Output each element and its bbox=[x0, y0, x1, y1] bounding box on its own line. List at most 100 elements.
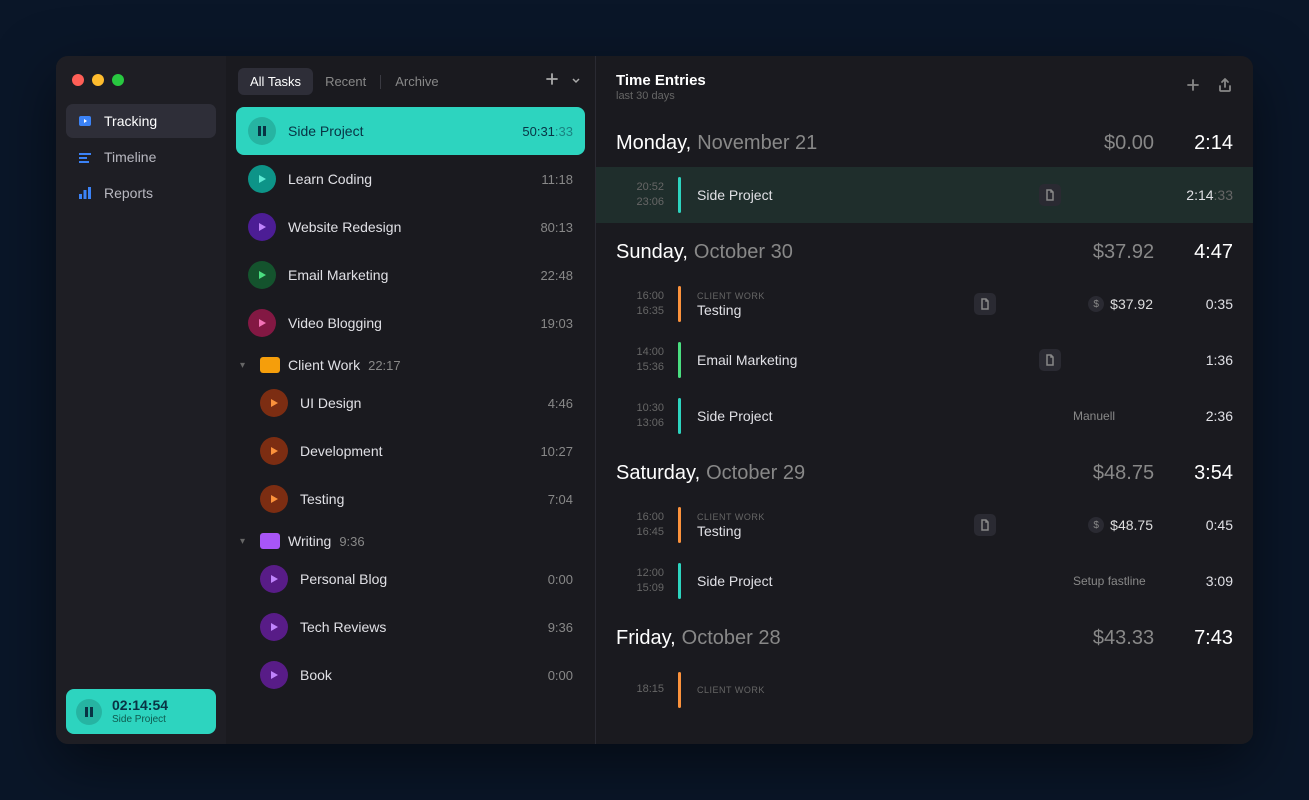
entry-tag: Manuell bbox=[1073, 409, 1153, 423]
entry-duration: 2:14:33 bbox=[1183, 187, 1233, 203]
plus-icon bbox=[545, 72, 559, 86]
play-button[interactable] bbox=[260, 485, 288, 513]
task-group[interactable]: ▾ Writing 9:36 bbox=[236, 523, 585, 555]
entry-name: Side Project bbox=[697, 408, 1061, 424]
time-entry[interactable]: 10:3013:06 Side Project Manuell 2:36 bbox=[596, 388, 1253, 444]
share-button[interactable] bbox=[1217, 77, 1233, 98]
entry-client: CLIENT WORK bbox=[697, 291, 966, 301]
share-icon bbox=[1217, 77, 1233, 93]
nav-tracking[interactable]: Tracking bbox=[66, 104, 216, 138]
time-entry[interactable]: 16:0016:45 CLIENT WORKTesting $$48.75 0:… bbox=[596, 497, 1253, 553]
pause-button[interactable] bbox=[248, 117, 276, 145]
note-icon[interactable] bbox=[974, 293, 996, 315]
day-name: Saturday, bbox=[616, 462, 700, 485]
task-item[interactable]: Learn Coding 11:18 bbox=[236, 155, 585, 203]
time-entry[interactable]: 14:0015:36 Email Marketing 1:36 bbox=[596, 332, 1253, 388]
play-button[interactable] bbox=[260, 389, 288, 417]
add-entry-button[interactable] bbox=[1185, 77, 1201, 98]
entry-color-bar bbox=[678, 563, 681, 599]
group-name: Client Work bbox=[288, 357, 360, 373]
tracking-icon bbox=[76, 112, 94, 130]
sidebar: Tracking Timeline Reports 02:14:54 Side Pr… bbox=[56, 56, 226, 744]
mini-timer[interactable]: 02:14:54 Side Project bbox=[66, 689, 216, 734]
play-button[interactable] bbox=[260, 565, 288, 593]
day-price: $37.92 bbox=[1093, 241, 1154, 264]
task-name: Email Marketing bbox=[288, 267, 528, 283]
entry-name: Side Project bbox=[697, 187, 1031, 203]
time-entry[interactable]: 12:0015:09 Side Project Setup fastline 3… bbox=[596, 553, 1253, 609]
play-button[interactable] bbox=[248, 165, 276, 193]
task-group[interactable]: ▾ Client Work 22:17 bbox=[236, 347, 585, 379]
task-item[interactable]: Side Project 50:31:33 bbox=[236, 107, 585, 155]
note-icon[interactable] bbox=[974, 514, 996, 536]
entry-color-bar bbox=[678, 398, 681, 434]
note-icon[interactable] bbox=[1039, 349, 1061, 371]
task-name: Testing bbox=[300, 491, 536, 507]
note-icon[interactable] bbox=[1039, 184, 1061, 206]
entry-color-bar bbox=[678, 342, 681, 378]
tasks-panel: All TasksRecentArchive Side Project 50:3… bbox=[226, 56, 596, 744]
nav-timeline[interactable]: Timeline bbox=[66, 140, 216, 174]
entry-duration: 0:35 bbox=[1183, 296, 1233, 312]
entry-duration: 2:36 bbox=[1183, 408, 1233, 424]
task-time: 10:27 bbox=[540, 444, 573, 459]
task-item[interactable]: Video Blogging 19:03 bbox=[236, 299, 585, 347]
entry-name: Testing bbox=[697, 523, 966, 539]
filter-tab-archive[interactable]: Archive bbox=[383, 68, 450, 95]
task-name: Side Project bbox=[288, 123, 510, 139]
day-date: November 21 bbox=[697, 132, 817, 155]
time-entry[interactable]: 16:0016:35 CLIENT WORKTesting $$37.92 0:… bbox=[596, 276, 1253, 332]
minimize-window[interactable] bbox=[92, 74, 104, 86]
nav-label: Timeline bbox=[104, 149, 156, 165]
task-item[interactable]: Email Marketing 22:48 bbox=[236, 251, 585, 299]
entry-price: $$37.92 bbox=[1088, 296, 1153, 312]
day-name: Sunday, bbox=[616, 241, 688, 264]
time-entry[interactable]: 20:5223:06 Side Project 2:14:33 bbox=[596, 167, 1253, 223]
task-name: Video Blogging bbox=[288, 315, 528, 331]
entry-color-bar bbox=[678, 507, 681, 543]
play-button[interactable] bbox=[248, 213, 276, 241]
time-entry[interactable]: 18:15 CLIENT WORK bbox=[596, 662, 1253, 718]
day-total: 4:47 bbox=[1194, 241, 1233, 264]
play-button[interactable] bbox=[248, 261, 276, 289]
folder-icon bbox=[260, 533, 280, 549]
play-button[interactable] bbox=[248, 309, 276, 337]
entries-subtitle: last 30 days bbox=[616, 90, 706, 102]
dropdown-button[interactable] bbox=[569, 73, 583, 90]
task-name: Learn Coding bbox=[288, 171, 529, 187]
disclosure-icon: ▾ bbox=[240, 360, 252, 371]
task-item[interactable]: Website Redesign 80:13 bbox=[236, 203, 585, 251]
task-name: Book bbox=[300, 667, 536, 683]
day-header: Friday, October 28 $43.33 7:43 bbox=[596, 609, 1253, 662]
task-item[interactable]: Tech Reviews 9:36 bbox=[236, 603, 585, 651]
play-button[interactable] bbox=[260, 613, 288, 641]
filter-tab-all-tasks[interactable]: All Tasks bbox=[238, 68, 313, 95]
task-item[interactable]: Testing 7:04 bbox=[236, 475, 585, 523]
close-window[interactable] bbox=[72, 74, 84, 86]
tasks-header: All TasksRecentArchive bbox=[226, 56, 595, 107]
entry-name: Testing bbox=[697, 302, 966, 318]
pause-button[interactable] bbox=[76, 699, 102, 725]
maximize-window[interactable] bbox=[112, 74, 124, 86]
add-task-button[interactable] bbox=[541, 68, 563, 95]
play-button[interactable] bbox=[260, 437, 288, 465]
filter-tab-recent[interactable]: Recent bbox=[313, 68, 378, 95]
task-item[interactable]: Book 0:00 bbox=[236, 651, 585, 699]
day-name: Monday, bbox=[616, 132, 691, 155]
task-name: Development bbox=[300, 443, 528, 459]
entry-duration: 0:45 bbox=[1183, 517, 1233, 533]
mini-timer-label: Side Project bbox=[112, 714, 168, 726]
nav-reports[interactable]: Reports bbox=[66, 176, 216, 210]
day-name: Friday, bbox=[616, 627, 676, 650]
task-item[interactable]: Development 10:27 bbox=[236, 427, 585, 475]
entry-tag: Setup fastline bbox=[1073, 574, 1153, 588]
entry-duration: 1:36 bbox=[1183, 352, 1233, 368]
task-item[interactable]: UI Design 4:46 bbox=[236, 379, 585, 427]
reports-icon bbox=[76, 184, 94, 202]
task-time: 80:13 bbox=[540, 220, 573, 235]
play-button[interactable] bbox=[260, 661, 288, 689]
entry-times: 18:15 bbox=[608, 682, 664, 697]
task-item[interactable]: Personal Blog 0:00 bbox=[236, 555, 585, 603]
group-name: Writing bbox=[288, 533, 331, 549]
task-list: Side Project 50:31:33 Learn Coding 11:18… bbox=[226, 107, 595, 744]
